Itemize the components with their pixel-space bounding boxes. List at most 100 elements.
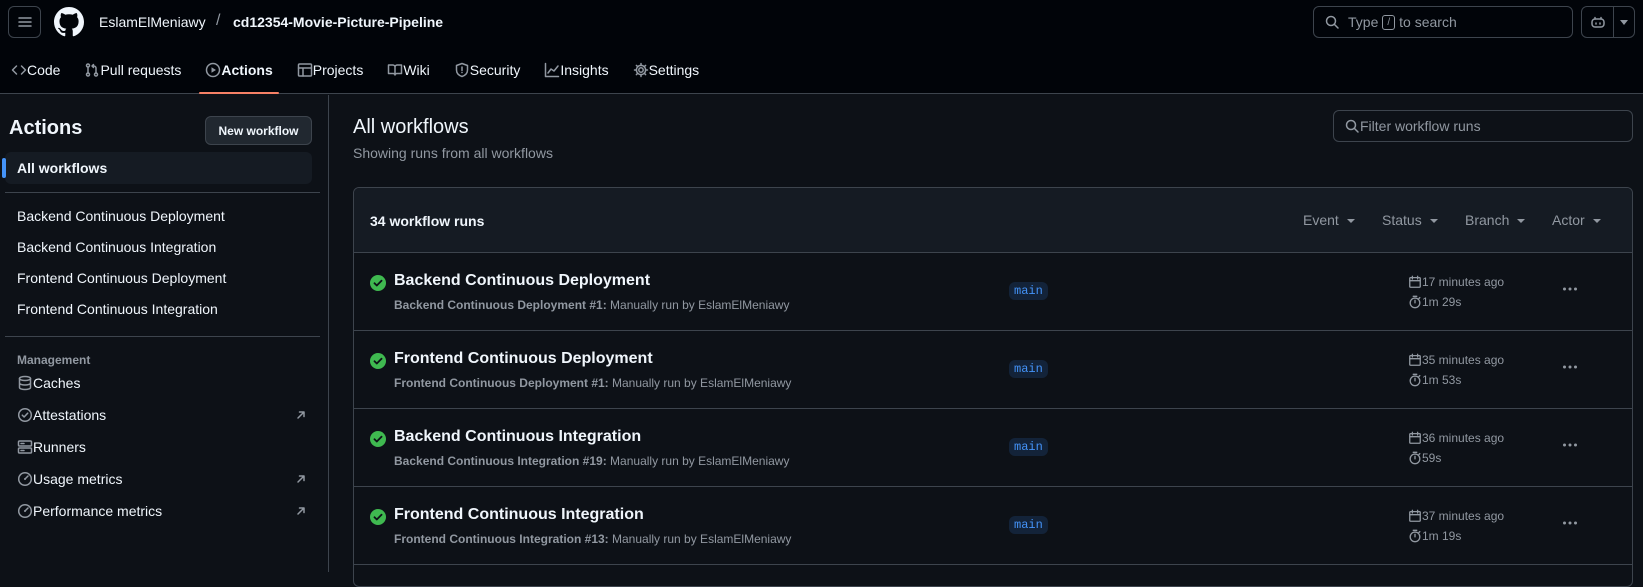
play-icon [206, 62, 221, 78]
breadcrumb-repo-link[interactable]: cd12354-Movie-Picture-Pipeline [233, 14, 443, 30]
sidebar-item-workflow[interactable]: Backend Continuous Integration [17, 239, 216, 255]
kebab-horizontal-icon [1563, 443, 1577, 447]
branch-filter-dropdown[interactable]: Branch [1465, 212, 1526, 228]
sidebar-item-caches[interactable]: Caches [17, 375, 307, 391]
run-duration: 1m 19s [1408, 529, 1461, 543]
page-title: All workflows [353, 116, 469, 138]
run-options-button[interactable] [1556, 275, 1584, 303]
graph-icon [545, 62, 560, 78]
run-title-link[interactable]: Frontend Continuous Deployment [394, 350, 653, 368]
run-time-ago: 17 minutes ago [1422, 275, 1505, 289]
caret-down-icon [1517, 219, 1526, 223]
run-duration: 1m 29s [1408, 295, 1461, 309]
stopwatch-icon [1409, 451, 1421, 465]
branch-label[interactable]: main [1009, 516, 1048, 534]
run-time-ago: 36 minutes ago [1422, 431, 1505, 445]
workflow-run-row[interactable]: Backend Continuous Integration Backend C… [354, 409, 1632, 487]
workflow-run-row[interactable]: Frontend Continuous Deployment Frontend … [354, 331, 1632, 409]
run-time-ago: 37 minutes ago [1422, 509, 1505, 523]
kebab-horizontal-icon [1563, 521, 1577, 525]
sidebar-divider [5, 192, 320, 193]
run-duration-text: 1m 19s [1422, 529, 1462, 543]
server-icon [17, 440, 33, 454]
search-suffix-text: to search [1399, 14, 1457, 30]
triangle-down-icon [1620, 20, 1628, 25]
calendar-icon [1409, 353, 1421, 366]
caret-down-icon [1346, 219, 1355, 223]
run-title-link[interactable]: Frontend Continuous Integration [394, 506, 644, 524]
repo-nav-tabs: Code Pull requests Actions Projects Wiki… [0, 50, 712, 94]
search-icon [1345, 119, 1359, 133]
run-trigger-text: Manually run by EslamElMeniawy [612, 532, 792, 546]
meter-icon [17, 503, 33, 519]
tab-code[interactable]: Code [0, 50, 71, 90]
workflow-runs-count: 34 workflow runs [370, 213, 485, 229]
run-options-button[interactable] [1556, 353, 1584, 381]
sidebar-item-performance-metrics[interactable]: Performance metrics [17, 503, 307, 519]
hamburger-menu-button[interactable] [8, 6, 41, 38]
tab-label: Code [27, 62, 61, 78]
branch-label[interactable]: main [1009, 282, 1048, 300]
sidebar-item-workflow[interactable]: Backend Continuous Deployment [17, 208, 225, 224]
run-timestamp: 17 minutes ago [1408, 275, 1504, 289]
check-circle-icon [370, 509, 386, 525]
sidebar-item-attestations[interactable]: Attestations [17, 407, 307, 423]
breadcrumb-owner-link[interactable]: EslamElMeniawy [99, 14, 206, 30]
breadcrumb-separator: / [216, 12, 221, 29]
new-workflow-button[interactable]: New workflow [205, 116, 312, 145]
sidebar-item-all-workflows[interactable]: All workflows [2, 152, 312, 184]
run-options-button[interactable] [1556, 509, 1584, 537]
check-circle-icon [370, 275, 386, 291]
tab-label: Security [469, 62, 521, 78]
sidebar-item-label: Performance metrics [33, 503, 163, 519]
event-filter-dropdown[interactable]: Event [1303, 212, 1355, 228]
branch-label[interactable]: main [1009, 360, 1048, 378]
tab-actions[interactable]: Actions [194, 50, 283, 94]
tab-settings[interactable]: Settings [622, 50, 711, 90]
filter-workflow-runs-input[interactable]: Filter workflow runs [1333, 110, 1633, 142]
workflow-run-row[interactable]: Frontend Continuous Integration Frontend… [354, 487, 1632, 565]
calendar-icon [1409, 431, 1421, 444]
verified-icon [17, 407, 33, 423]
run-description: Backend Continuous Integration #19: Manu… [394, 454, 789, 468]
run-description: Frontend Continuous Deployment #1: Manua… [394, 376, 791, 390]
run-workflow-name: Frontend Continuous Deployment #1: [394, 376, 609, 390]
caret-down-icon [1592, 219, 1601, 223]
filter-label: Event [1303, 212, 1339, 228]
meter-icon [17, 471, 33, 487]
shield-icon [455, 62, 469, 78]
sidebar-item-workflow[interactable]: Frontend Continuous Deployment [17, 270, 226, 286]
gear-icon [633, 62, 648, 78]
calendar-icon [1409, 509, 1421, 522]
branch-label[interactable]: main [1009, 438, 1048, 456]
run-trigger-text: Manually run by EslamElMeniawy [610, 298, 790, 312]
copilot-dropdown-button[interactable] [1613, 6, 1635, 38]
tab-insights[interactable]: Insights [533, 50, 619, 90]
github-logo-icon[interactable] [54, 7, 84, 37]
run-workflow-name: Backend Continuous Deployment #1: [394, 298, 607, 312]
actor-filter-dropdown[interactable]: Actor [1552, 212, 1601, 228]
filter-label: Branch [1465, 212, 1510, 228]
kebab-horizontal-icon [1563, 287, 1577, 291]
workflow-run-row[interactable]: Backend Continuous Deployment Backend Co… [354, 253, 1632, 331]
table-icon [297, 63, 312, 77]
run-title-link[interactable]: Backend Continuous Integration [394, 428, 641, 446]
header-top-bar: EslamElMeniawy / cd12354-Movie-Picture-P… [0, 0, 1643, 44]
stopwatch-icon [1409, 295, 1421, 309]
run-timestamp: 35 minutes ago [1408, 353, 1504, 367]
sidebar-item-workflow[interactable]: Frontend Continuous Integration [17, 301, 218, 317]
tab-security[interactable]: Security [443, 50, 532, 90]
sidebar-item-runners[interactable]: Runners [17, 439, 307, 455]
management-heading: Management [17, 353, 91, 367]
status-filter-dropdown[interactable]: Status [1382, 212, 1438, 228]
global-search-input[interactable]: Type / to search [1313, 6, 1573, 38]
run-options-button[interactable] [1556, 431, 1584, 459]
tab-wiki[interactable]: Wiki [376, 50, 440, 90]
tab-pull-requests[interactable]: Pull requests [73, 50, 192, 90]
run-title-link[interactable]: Backend Continuous Deployment [394, 272, 650, 290]
sidebar-item-usage-metrics[interactable]: Usage metrics [17, 471, 307, 487]
tab-projects[interactable]: Projects [286, 50, 375, 90]
tab-label: Settings [648, 62, 700, 78]
copilot-button[interactable] [1581, 6, 1614, 38]
code-icon [11, 65, 27, 75]
